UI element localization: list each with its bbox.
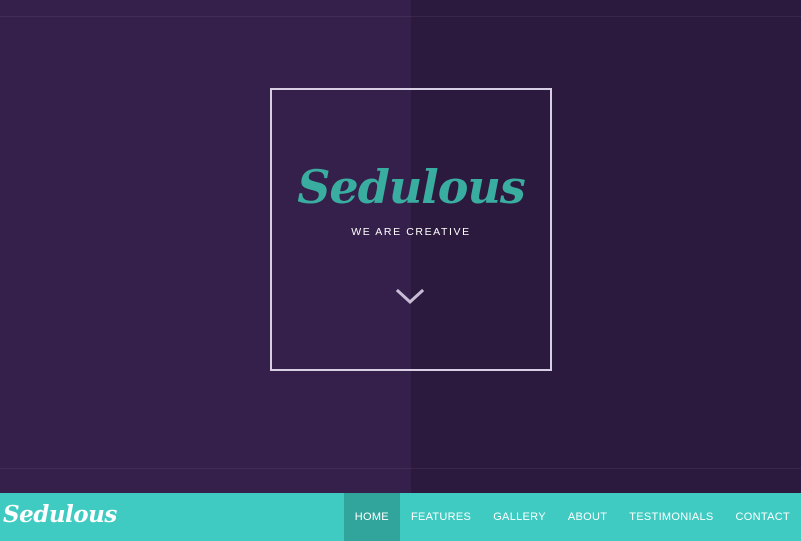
chevron-down-icon[interactable] — [395, 286, 425, 308]
hero-title: Sedulous — [297, 160, 526, 214]
nav-item-testimonials[interactable]: TESTIMONIALS — [618, 493, 724, 541]
nav-item-contact[interactable]: CONTACT — [725, 493, 801, 541]
hero-section: Sedulous WE ARE CREATIVE — [0, 0, 801, 493]
hero-frame: Sedulous WE ARE CREATIVE — [270, 88, 552, 371]
nav-item-gallery[interactable]: GALLERY — [482, 493, 557, 541]
nav-item-features[interactable]: FEATURES — [400, 493, 482, 541]
nav-menu: HOME FEATURES GALLERY ABOUT TESTIMONIALS… — [343, 493, 801, 541]
nav-item-about[interactable]: ABOUT — [557, 493, 618, 541]
hero-bottom-divider — [0, 468, 801, 469]
hero-tagline: WE ARE CREATIVE — [351, 226, 471, 238]
hero-top-divider — [0, 16, 801, 17]
nav-item-home[interactable]: HOME — [343, 493, 400, 541]
navbar: Sedulous HOME FEATURES GALLERY ABOUT TES… — [0, 493, 801, 541]
nav-logo[interactable]: Sedulous — [3, 501, 117, 529]
